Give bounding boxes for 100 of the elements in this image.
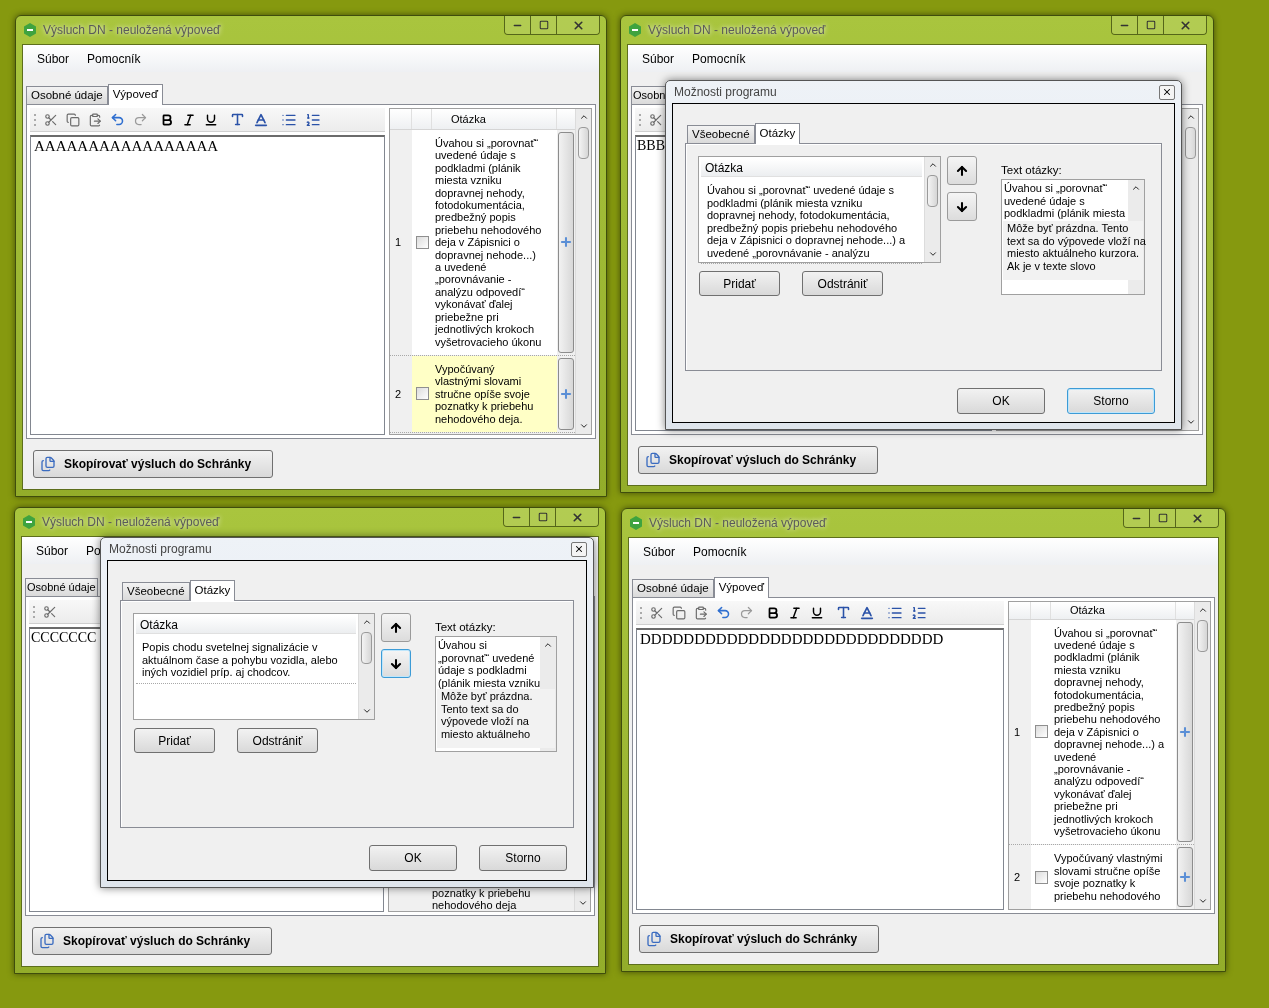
paste-icon[interactable] <box>88 112 102 127</box>
tooltip: Môže byť prázdna. Tento text sa do výpovede vloží na miesto aktuálneho <box>436 689 555 748</box>
font-icon[interactable] <box>230 112 245 127</box>
copy-icon <box>645 452 661 468</box>
tab[interactable]: Výpoveď <box>107 84 164 105</box>
scroll-thumb[interactable] <box>1185 127 1196 159</box>
column-header[interactable]: Otázka <box>136 616 357 634</box>
question-row[interactable] <box>1031 619 1176 845</box>
question-text-field[interactable]: Úvahou si „porovnať“ uvedené údaje s podkladmi (plánik miesta Môže byť prázdna. Tento text sa do výpovede vloží na miesto aktuálneho kurzora. Ak je v texte slovo <box>1001 179 1145 295</box>
tab[interactable]: Osobné údaje <box>632 579 714 597</box>
question-row[interactable] <box>412 130 557 355</box>
arrow-up-icon <box>388 620 403 635</box>
checkbox[interactable] <box>415 387 429 401</box>
minimize-button[interactable] <box>505 16 531 34</box>
question-item[interactable]: Úvahou si „porovnať“ uvedené údaje s podkladmi (plánik miesta vzniku dopravnej nehody, fotodokumentácia, predbežný popis priebehu nehodového deja v Zápisnici o dopravnej nehode...) a uvedené „porovnávanie - analýzu <box>701 177 922 264</box>
menu-item[interactable]: Pomocník <box>83 49 145 68</box>
tab[interactable]: Osobn <box>631 86 668 104</box>
add-button[interactable] <box>558 357 574 430</box>
dialog-button[interactable]: Pridať <box>134 728 215 753</box>
copy-to-clipboard-button[interactable]: Skopírovať výsluch do Schránky <box>33 450 273 478</box>
cut-icon[interactable] <box>650 605 664 620</box>
copy-to-clipboard-button[interactable]: Skopírovať výsluch do Schránky <box>638 446 878 474</box>
text-editor[interactable]: AAAAAAAAAAAAAAAAA <box>30 135 385 435</box>
cut-icon[interactable] <box>43 604 57 619</box>
copy-to-clipboard-button[interactable]: Skopírovať výsluch do Schránky <box>639 925 879 953</box>
numbered-list-icon[interactable] <box>305 111 321 128</box>
underline-icon[interactable] <box>810 605 824 620</box>
menu-item[interactable]: Súbor <box>32 541 73 560</box>
tab[interactable]: Otázky <box>754 123 801 144</box>
bold-icon[interactable] <box>160 112 174 127</box>
maximize-button[interactable] <box>531 16 557 34</box>
menu-item[interactable]: Pomocník <box>688 49 750 68</box>
cut-icon[interactable] <box>649 112 663 127</box>
window-title: Výsluch DN - neuložená výpoveď <box>43 22 222 39</box>
text-editor[interactable]: DDDDDDDDDDDDDDDDDDDDDDDDDDDD <box>636 628 1004 910</box>
question-text: poznatky k priebehu nehodového deja <box>432 888 532 911</box>
window-title: Výsluch DN - neuložená výpoveď <box>649 515 828 532</box>
undo-icon[interactable] <box>716 605 731 620</box>
dialog-button[interactable]: OK <box>369 845 457 871</box>
copy-icon[interactable] <box>672 605 686 620</box>
checkbox[interactable] <box>1034 870 1048 884</box>
question-row[interactable]: Vypočúvaný vlastnými slovami stručne opíše svoje poznatky k priebehu nehodového deja. <box>412 355 557 432</box>
italic-icon[interactable] <box>182 112 196 127</box>
scroll-thumb[interactable] <box>1197 620 1208 652</box>
minimize-button[interactable] <box>1124 509 1150 527</box>
menu-item[interactable]: Pomocník <box>689 542 751 561</box>
scroll-thumb[interactable] <box>578 127 589 159</box>
minimize-button[interactable] <box>504 508 530 526</box>
menu-item[interactable]: Súbor <box>33 49 74 68</box>
dialog-button[interactable]: Odstrániť <box>802 271 883 296</box>
tab[interactable]: Všeobecné <box>122 582 190 600</box>
copy-icon[interactable] <box>66 112 80 127</box>
maximize-icon <box>537 512 548 522</box>
menu-item[interactable]: Súbor <box>639 542 680 561</box>
maximize-button[interactable] <box>530 508 556 526</box>
dialog-button[interactable]: Pridať <box>699 271 780 296</box>
question-item[interactable]: Popis chodu svetelnej signalizácie v aktuálnom čase a pohybu vozidla, alebo iných vozidiel príp. aj chodcov. <box>136 634 357 684</box>
maximize-button[interactable] <box>1138 16 1164 34</box>
bold-icon[interactable] <box>766 605 780 620</box>
tab[interactable]: Výpoveď <box>713 577 770 598</box>
move-button[interactable] <box>947 192 977 221</box>
copy-icon <box>40 456 56 472</box>
checkbox[interactable] <box>1034 725 1048 739</box>
italic-icon[interactable] <box>788 605 802 620</box>
font-color-icon[interactable] <box>253 111 269 128</box>
numbered-list-icon[interactable] <box>911 604 927 621</box>
maximize-button[interactable] <box>1150 509 1176 527</box>
scroll-thumb[interactable] <box>927 175 938 207</box>
underline-icon[interactable] <box>204 112 218 127</box>
tab[interactable]: Osobné údaje <box>25 578 98 596</box>
dialog-button[interactable]: Storno <box>479 845 567 871</box>
question-row[interactable]: Vypočúvaný vlastnými slovami stručne opíše svoje poznatky k priebehu nehodového <box>1031 845 1176 909</box>
dialog-button[interactable]: OK <box>957 387 1045 414</box>
move-button[interactable] <box>947 156 977 185</box>
checkbox[interactable] <box>415 235 429 249</box>
scroll-thumb[interactable] <box>361 632 373 664</box>
redo-icon[interactable] <box>133 112 148 127</box>
dialog-button[interactable]: Odstrániť <box>237 728 318 753</box>
font-icon[interactable] <box>836 605 851 620</box>
move-button[interactable] <box>381 613 411 642</box>
menu-item[interactable]: Súbor <box>638 49 679 68</box>
tab[interactable]: Osobné údaje <box>26 86 108 104</box>
redo-icon[interactable] <box>739 605 754 620</box>
tab[interactable]: Otázky <box>189 580 236 601</box>
close-button[interactable] <box>1159 84 1175 100</box>
cut-icon[interactable] <box>44 112 58 127</box>
undo-icon[interactable] <box>110 112 125 127</box>
minimize-button[interactable] <box>1112 16 1138 34</box>
close-button[interactable] <box>571 541 587 557</box>
tab[interactable]: Všeobecné <box>687 125 755 143</box>
paste-icon[interactable] <box>694 605 708 620</box>
column-header[interactable]: Otázka <box>701 159 922 177</box>
question-text-field[interactable]: Úvahou si „porovnať“ uvedené údaje s podkladmi (plánik miesta vzniku Môže byť prázdna. Tento text sa do výpovede vloží na miesto aktuálneho <box>434 636 557 752</box>
add-button[interactable] <box>1177 847 1193 908</box>
font-color-icon[interactable] <box>859 604 875 621</box>
copy-to-clipboard-button[interactable]: Skopírovať výsluch do Schránky <box>32 927 272 955</box>
dialog-button[interactable]: Storno <box>1067 387 1155 414</box>
plus-icon <box>559 235 573 250</box>
move-button[interactable] <box>381 649 411 678</box>
plus-icon <box>559 386 573 401</box>
